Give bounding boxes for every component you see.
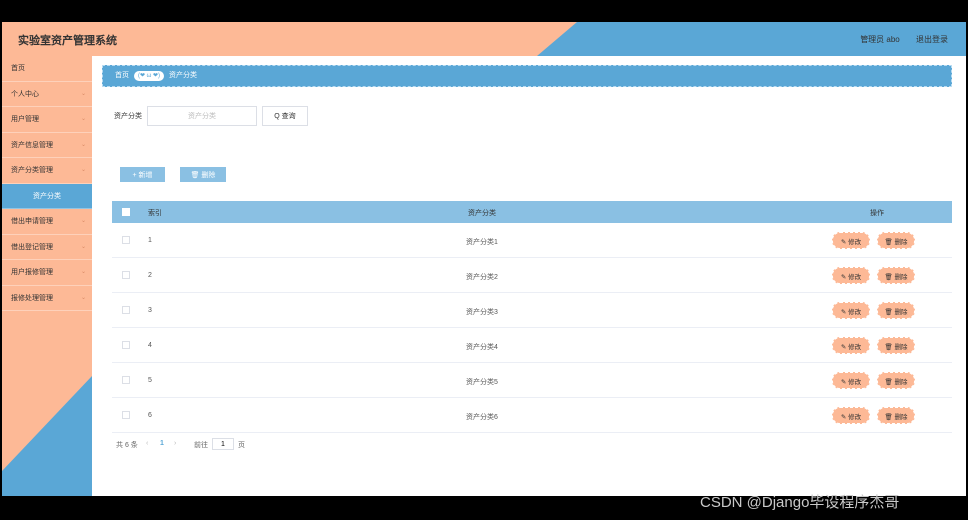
top-header: 实验室资产管理系统 管理员 abo 退出登录 (2, 22, 966, 56)
chevron-down-icon: ⌄ (80, 90, 86, 97)
row-checkbox[interactable] (122, 236, 130, 244)
prev-page-icon[interactable]: ‹ (146, 440, 148, 447)
chevron-down-icon: ⌄ (80, 116, 86, 122)
query-button[interactable]: Q 查询 (262, 106, 308, 126)
edit-button[interactable]: ✎ 修改 (832, 267, 870, 284)
chevron-down-icon: ⌄ (80, 218, 86, 224)
row-index: 4 (148, 342, 152, 349)
delete-button[interactable]: 🗑 删除 (877, 372, 915, 389)
logout-link[interactable]: 退出登录 (916, 35, 948, 44)
row-checkbox[interactable] (122, 411, 130, 419)
watermark: CSDN @Django毕设程序杰哥 (700, 494, 900, 511)
page-number-current[interactable]: 1 (160, 440, 164, 447)
next-page-icon[interactable]: › (174, 440, 176, 447)
sidebar-item-asset-info[interactable]: 资产信息管理 ⌄ (2, 133, 92, 158)
row-index: 2 (148, 272, 152, 279)
sidebar-item-loan-apply[interactable]: 借出申请管理 ⌄ (2, 209, 92, 235)
table-header: 索引 资产分类 操作 (112, 201, 952, 223)
delete-button[interactable]: 🗑 删除 (877, 407, 915, 424)
row-checkbox[interactable] (122, 306, 130, 314)
breadcrumb-home[interactable]: 首页 (115, 72, 129, 79)
row-index: 6 (148, 412, 152, 419)
edit-button[interactable]: ✎ 修改 (832, 337, 870, 354)
admin-label: 管理员 abo (860, 35, 900, 44)
app-title: 实验室资产管理系统 (18, 35, 117, 47)
row-category: 资产分类1 (466, 239, 498, 246)
delete-button[interactable]: 🗑 删除 (877, 267, 915, 284)
row-category: 资产分类5 (466, 379, 498, 386)
chevron-down-icon: ⌄ (80, 243, 86, 250)
sidebar-item-user-repair[interactable]: 用户报修管理 ⌄ (2, 260, 92, 286)
sidebar-item-repair-process[interactable]: 报修处理管理 ⌄ (2, 286, 92, 311)
row-checkbox[interactable] (122, 341, 130, 349)
pagination-total: 共 6 条 (116, 442, 138, 449)
table-row: 1 资产分类1 ✎ 修改 🗑 删除 (112, 223, 952, 258)
sidebar-item-users[interactable]: 用户管理 ⌄ (2, 107, 92, 133)
breadcrumb-face-icon: (❤ ω ❤) (133, 71, 165, 81)
header-index: 索引 (148, 210, 162, 217)
row-category: 资产分类3 (466, 309, 498, 316)
chevron-down-icon: ⌄ (80, 269, 86, 275)
sidebar-item-profile[interactable]: 个人中心 ⌄ (2, 82, 92, 107)
add-button[interactable]: + 新增 (120, 167, 165, 182)
row-checkbox[interactable] (122, 271, 130, 279)
row-category: 资产分类6 (466, 414, 498, 421)
table-row: 4 资产分类4 ✎ 修改 🗑 删除 (112, 328, 952, 363)
select-all-checkbox[interactable] (122, 208, 130, 216)
app-window: 实验室资产管理系统 管理员 abo 退出登录 首页 个人中心 ⌄ 用户管理 ⌄ 资产… (2, 22, 966, 496)
table-row: 2 资产分类2 ✎ 修改 🗑 删除 (112, 258, 952, 293)
breadcrumb: 首页 (❤ ω ❤) 资产分类 (102, 65, 952, 87)
row-checkbox[interactable] (122, 376, 130, 384)
row-index: 5 (148, 377, 152, 384)
goto-label: 前往 (194, 442, 208, 449)
sidebar-item-home[interactable]: 首页 (2, 56, 92, 82)
edit-button[interactable]: ✎ 修改 (832, 372, 870, 389)
chevron-down-icon: ⌄ (80, 141, 86, 148)
header-category: 资产分类 (468, 210, 496, 217)
chevron-down-icon: ⌄ (80, 294, 86, 301)
row-index: 3 (148, 307, 152, 314)
edit-button[interactable]: ✎ 修改 (832, 232, 870, 249)
sidebar-subitem-asset-category[interactable]: 资产分类 (2, 183, 92, 209)
header-ops: 操作 (870, 210, 884, 217)
sidebar-item-loan-register[interactable]: 借出登记管理 ⌄ (2, 235, 92, 260)
main-content: 首页 (❤ ω ❤) 资产分类 资产分类 Q 查询 + 新增 🗑 删除 索引 资… (92, 56, 966, 496)
delete-button[interactable]: 🗑 删除 (877, 232, 915, 249)
page-jump-input[interactable] (212, 438, 234, 450)
chevron-down-icon: ⌄ (80, 167, 86, 173)
edit-button[interactable]: ✎ 修改 (832, 302, 870, 319)
table-row: 6 资产分类6 ✎ 修改 🗑 删除 (112, 398, 952, 433)
delete-button[interactable]: 🗑 删除 (877, 337, 915, 354)
row-category: 资产分类2 (466, 274, 498, 281)
row-category: 资产分类4 (466, 344, 498, 351)
row-index: 1 (148, 237, 152, 244)
breadcrumb-current: 资产分类 (168, 72, 197, 79)
table-row: 3 资产分类3 ✎ 修改 🗑 删除 (112, 293, 952, 328)
sidebar: 首页 个人中心 ⌄ 用户管理 ⌄ 资产信息管理 ⌄ 资产分类管理 ⌄ 资产分类 借出申请… (2, 56, 92, 496)
table-row: 5 资产分类5 ✎ 修改 🗑 删除 (112, 363, 952, 398)
edit-button[interactable]: ✎ 修改 (832, 407, 870, 424)
delete-button[interactable]: 🗑 删除 (877, 302, 915, 319)
page-unit-label: 页 (238, 442, 245, 449)
header-user-area: 管理员 abo 退出登录 (846, 34, 948, 45)
data-table: 索引 资产分类 操作 1 资产分类1 ✎ 修改 🗑 删除 2 资产分类2 ✎ 修… (112, 201, 952, 433)
search-input[interactable] (147, 106, 257, 126)
batch-delete-button[interactable]: 🗑 删除 (180, 167, 226, 182)
sidebar-item-asset-category-mgmt[interactable]: 资产分类管理 ⌄ (2, 158, 92, 184)
search-label: 资产分类 (114, 113, 142, 120)
